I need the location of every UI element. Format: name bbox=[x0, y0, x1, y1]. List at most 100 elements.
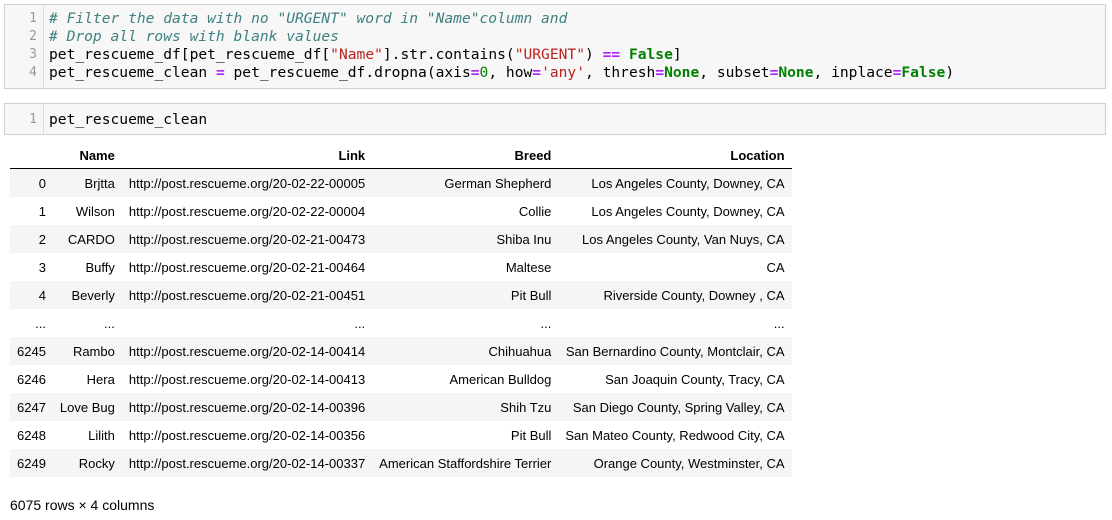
table-row: 6247 Love Bug http://post.rescueme.org/20-… bbox=[10, 393, 792, 421]
line-number: 1 bbox=[29, 112, 37, 127]
line-number: 1 bbox=[29, 11, 37, 26]
code-line: # Drop all rows with blank values bbox=[49, 28, 339, 45]
code-token: , subset bbox=[699, 64, 770, 81]
code-string: 'any' bbox=[541, 64, 586, 81]
line-number: 2 bbox=[29, 29, 37, 44]
column-header-index bbox=[10, 142, 53, 169]
table-row: 6249 Rocky http://post.rescueme.org/20-02-… bbox=[10, 449, 792, 477]
code-comment: # Drop all rows with blank values bbox=[49, 28, 339, 45]
cell-name: CARDO bbox=[67, 231, 115, 247]
table-row: 3 Buffy http://post.rescueme.org/20-02-21-… bbox=[10, 253, 792, 281]
cell-link: http://post.rescueme.org/20-02-21-00451 bbox=[128, 287, 366, 303]
code-operator: = bbox=[470, 64, 480, 81]
cell-name: Wilson bbox=[75, 203, 115, 219]
cell-location: San Bernardino County, Montclair, CA bbox=[565, 343, 785, 359]
code-keyword: None bbox=[778, 64, 814, 81]
cell-name: Buffy bbox=[85, 259, 115, 275]
cell-name: Brjtta bbox=[84, 175, 115, 191]
cell-location: San Diego County, Spring Valley, CA bbox=[572, 399, 785, 415]
column-header-location: Location bbox=[558, 142, 792, 169]
code-operator: = bbox=[655, 64, 665, 81]
cell-breed: Chihuahua bbox=[488, 343, 552, 359]
code-token: pet_rescueme_df.dropna(axis bbox=[224, 64, 471, 81]
cell-location: Riverside County, Downey , CA bbox=[603, 287, 785, 303]
code-operator: == bbox=[602, 46, 621, 63]
code-line: pet_rescueme_clean bbox=[49, 111, 208, 128]
code-cell-2[interactable]: 1 pet_rescueme_clean bbox=[4, 103, 1106, 135]
code-line: pet_rescueme_clean = pet_rescueme_df.dro… bbox=[49, 64, 954, 81]
column-header-link: Link bbox=[121, 142, 373, 169]
cell-location: CA bbox=[766, 259, 785, 275]
cell-link: http://post.rescueme.org/20-02-14-00413 bbox=[128, 371, 366, 387]
table-row: ............... bbox=[10, 309, 792, 337]
cell-breed: Pit Bull bbox=[510, 287, 552, 303]
code-line: pet_rescueme_df[pet_rescueme_df["Name"].… bbox=[49, 46, 682, 63]
table-row: 4 Beverly http://post.rescueme.org/20-02-2… bbox=[10, 281, 792, 309]
cell-breed: Pit Bull bbox=[510, 427, 552, 443]
table-header: Name Link Breed Location bbox=[10, 142, 792, 169]
table-row: 6245 Rambo http://post.rescueme.org/20-02-… bbox=[10, 337, 792, 365]
table-body: 0 Brjtta http://post.rescueme.org/20-02-22… bbox=[10, 168, 792, 477]
cell-link: http://post.rescueme.org/20-02-22-00004 bbox=[128, 203, 366, 219]
cell-link: http://post.rescueme.org/20-02-14-00337 bbox=[128, 455, 366, 471]
cell-name: Beverly bbox=[71, 287, 115, 303]
cell-location: San Joaquin County, Tracy, CA bbox=[605, 371, 785, 387]
code-cell-1[interactable]: 1 2 3 4 # Filter the data with no "URGEN… bbox=[4, 4, 1106, 89]
code-token: , inplace bbox=[813, 64, 893, 81]
cell-name: Love Bug bbox=[59, 399, 115, 415]
cell-location: ... bbox=[773, 315, 785, 331]
cell-location: Los Angeles County, Downey, CA bbox=[591, 203, 785, 219]
code-keyword: None bbox=[664, 64, 700, 81]
cell-location: Los Angeles County, Van Nuys, CA bbox=[581, 231, 785, 247]
cell-breed: ... bbox=[540, 315, 552, 331]
row-index: 6247 bbox=[17, 399, 46, 415]
dataframe-output-table: Name Link Breed Location 0 Brjtta http://p… bbox=[10, 142, 792, 477]
code-token: ) bbox=[945, 64, 955, 81]
code-token: pet_rescueme_df[pet_rescueme_df[ bbox=[49, 46, 331, 63]
cell-location: Los Angeles County, Downey, CA bbox=[591, 175, 785, 191]
code-token: , how bbox=[488, 64, 533, 81]
code-line: # Filter the data with no "URGENT" word … bbox=[49, 10, 567, 27]
cell-link: http://post.rescueme.org/20-02-14-00414 bbox=[128, 343, 366, 359]
cell-name: Lilith bbox=[88, 427, 115, 443]
code-token: ].str.contains( bbox=[382, 46, 515, 63]
cell-breed: American Bulldog bbox=[449, 371, 552, 387]
row-index: ... bbox=[35, 315, 46, 331]
cell-breed: Shiba Inu bbox=[496, 231, 552, 247]
line-number: 3 bbox=[29, 47, 37, 62]
row-index: 0 bbox=[38, 175, 46, 191]
code-operator: = bbox=[215, 64, 225, 81]
cell-link: http://post.rescueme.org/20-02-14-00356 bbox=[128, 427, 366, 443]
cell-name: Rocky bbox=[78, 455, 115, 471]
cell-breed: German Shepherd bbox=[444, 175, 552, 191]
code-token: ] bbox=[672, 46, 682, 63]
line-number: 4 bbox=[29, 65, 37, 80]
code-keyword: False bbox=[628, 46, 673, 63]
column-header-breed: Breed bbox=[372, 142, 559, 169]
cell-name: ... bbox=[104, 315, 115, 331]
cell-name: Rambo bbox=[72, 343, 115, 359]
table-row: 6248 Lilith http://post.rescueme.org/20-02… bbox=[10, 421, 792, 449]
header-row: Name Link Breed Location bbox=[10, 142, 792, 169]
dataframe-shape-text: 6075 rows × 4 columns bbox=[10, 497, 155, 513]
code-keyword: False bbox=[901, 64, 946, 81]
code-string: "Name" bbox=[330, 46, 383, 63]
code-token: , thresh bbox=[585, 64, 656, 81]
cell-location: Orange County, Westminster, CA bbox=[593, 455, 785, 471]
code-editor[interactable]: 1 2 3 4 # Filter the data with no "URGEN… bbox=[5, 5, 1105, 88]
table-row: 1 Wilson http://post.rescueme.org/20-02-22… bbox=[10, 197, 792, 225]
cell-link: http://post.rescueme.org/20-02-22-00005 bbox=[128, 175, 366, 191]
row-index: 1 bbox=[38, 203, 46, 219]
table-row: 0 Brjtta http://post.rescueme.org/20-02-22… bbox=[10, 168, 792, 197]
row-index: 2 bbox=[38, 231, 46, 247]
cell-name: Hera bbox=[86, 371, 115, 387]
table-row: 2 CARDO http://post.rescueme.org/20-02-21-… bbox=[10, 225, 792, 253]
code-token: pet_rescueme_clean bbox=[49, 64, 216, 81]
column-header-name: Name bbox=[52, 142, 122, 169]
cell-breed: Collie bbox=[518, 203, 552, 219]
code-editor[interactable]: 1 pet_rescueme_clean bbox=[5, 104, 1105, 134]
code-comment: # Filter the data with no "URGENT" word … bbox=[49, 10, 568, 27]
row-index: 6249 bbox=[17, 455, 46, 471]
code-string: "URGENT" bbox=[514, 46, 585, 63]
